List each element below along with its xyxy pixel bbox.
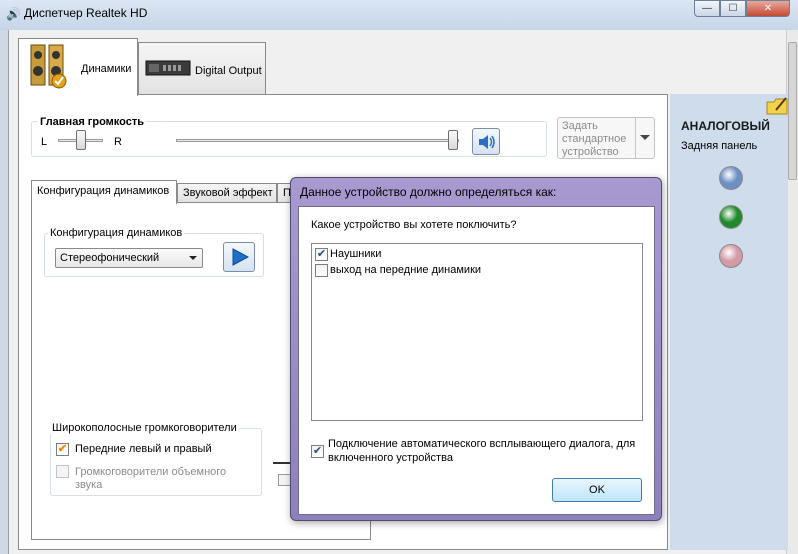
tab-speaker-config[interactable]: Конфигурация динамиков	[31, 180, 177, 204]
set-default-device-button[interactable]: Задать стандартное устройство	[557, 117, 655, 159]
mute-button[interactable]	[472, 128, 500, 155]
chevron-down-icon	[189, 256, 197, 260]
dialog-question: Какое устройство вы хотете поключить?	[311, 219, 517, 231]
green-jack-icon[interactable]	[719, 205, 743, 229]
balance-slider-thumb[interactable]	[75, 130, 86, 150]
speaker-config-group-title: Конфигурация динамиков	[48, 227, 185, 239]
balance-right-label: R	[114, 136, 122, 148]
tab-speakers[interactable]: Динамики	[18, 38, 138, 96]
default-device-label-2: стандартное	[562, 133, 627, 145]
close-button[interactable]: ✕	[746, 0, 790, 17]
wideband-group-title: Широкополосные громкоговорители	[50, 422, 239, 434]
balance-left-label: L	[41, 136, 48, 148]
blue-jack-icon[interactable]	[719, 166, 743, 190]
play-test-button[interactable]	[223, 242, 255, 272]
surround-label-2: звука	[75, 479, 103, 491]
surround-checkbox[interactable]	[56, 465, 69, 478]
front-lr-checkbox[interactable]: ✔	[56, 443, 69, 456]
dropdown-divider	[635, 118, 636, 158]
window-title: Диспетчер Realtek HD	[24, 6, 148, 20]
digital-output-icon	[145, 60, 191, 76]
dialog-title: Данное устройство должно определяться ка…	[300, 185, 557, 199]
volume-slider-thumb[interactable]	[448, 130, 458, 150]
rear-panel-label: Задняя панель	[681, 140, 758, 152]
auto-popup-checkbox[interactable]: ✔	[311, 445, 324, 458]
device-options-list: ✔ Наушники выход на передние динамики	[311, 243, 643, 421]
headphones-checkbox[interactable]: ✔	[315, 248, 328, 261]
front-speakers-checkbox[interactable]	[315, 264, 328, 277]
surround-label-1: Громкоговорители объемного	[75, 466, 227, 478]
front-lr-label: Передние левый и правый	[75, 443, 212, 455]
analog-title: АНАЛОГОВЫЙ	[681, 119, 770, 133]
tab-speakers-label: Динамики	[81, 63, 132, 75]
default-device-label-1: Задать	[562, 120, 598, 132]
device-type-dialog: Данное устройство должно определяться ка…	[290, 177, 662, 521]
title-bar: 🔊 Диспетчер Realtek HD — ☐ ✕	[0, 0, 798, 30]
tab-sound-effect[interactable]: Звуковой эффект	[177, 183, 277, 202]
speaker-config-select-value: Стереофонический	[60, 252, 160, 264]
auto-popup-label-2: включенного устройства	[328, 452, 453, 464]
folder-icon[interactable]	[766, 96, 788, 116]
scrollbar-thumb[interactable]	[788, 42, 797, 180]
maximize-button[interactable]: ☐	[720, 0, 746, 17]
speaker-app-icon: 🔊	[6, 7, 21, 21]
speaker-config-select[interactable]: Стереофонический	[55, 248, 203, 268]
speaker-icon	[30, 44, 67, 89]
volume-slider-track[interactable]	[176, 139, 459, 142]
speaker-volume-icon	[479, 135, 495, 149]
chevron-down-icon	[640, 135, 650, 140]
play-icon	[232, 248, 249, 266]
connector-panel	[670, 94, 788, 550]
main-volume-title: Главная громкость	[38, 116, 147, 128]
front-speakers-label: выход на передние динамики	[330, 264, 482, 276]
auto-popup-label-1: Подключение автоматического всплывающего…	[328, 438, 636, 450]
minimize-button[interactable]: —	[694, 0, 720, 17]
tab-digital-output-label: Digital Output	[195, 65, 262, 77]
default-device-label-3: устройство	[562, 146, 619, 158]
window-controls: — ☐ ✕	[694, 0, 790, 18]
headphones-label: Наушники	[330, 248, 382, 260]
ok-button[interactable]: OK	[552, 478, 642, 502]
dialog-body: Какое устройство вы хотете поключить? ✔ …	[298, 206, 655, 515]
tab-digital-output[interactable]: Digital Output	[138, 42, 266, 94]
pink-jack-icon[interactable]	[719, 244, 743, 268]
